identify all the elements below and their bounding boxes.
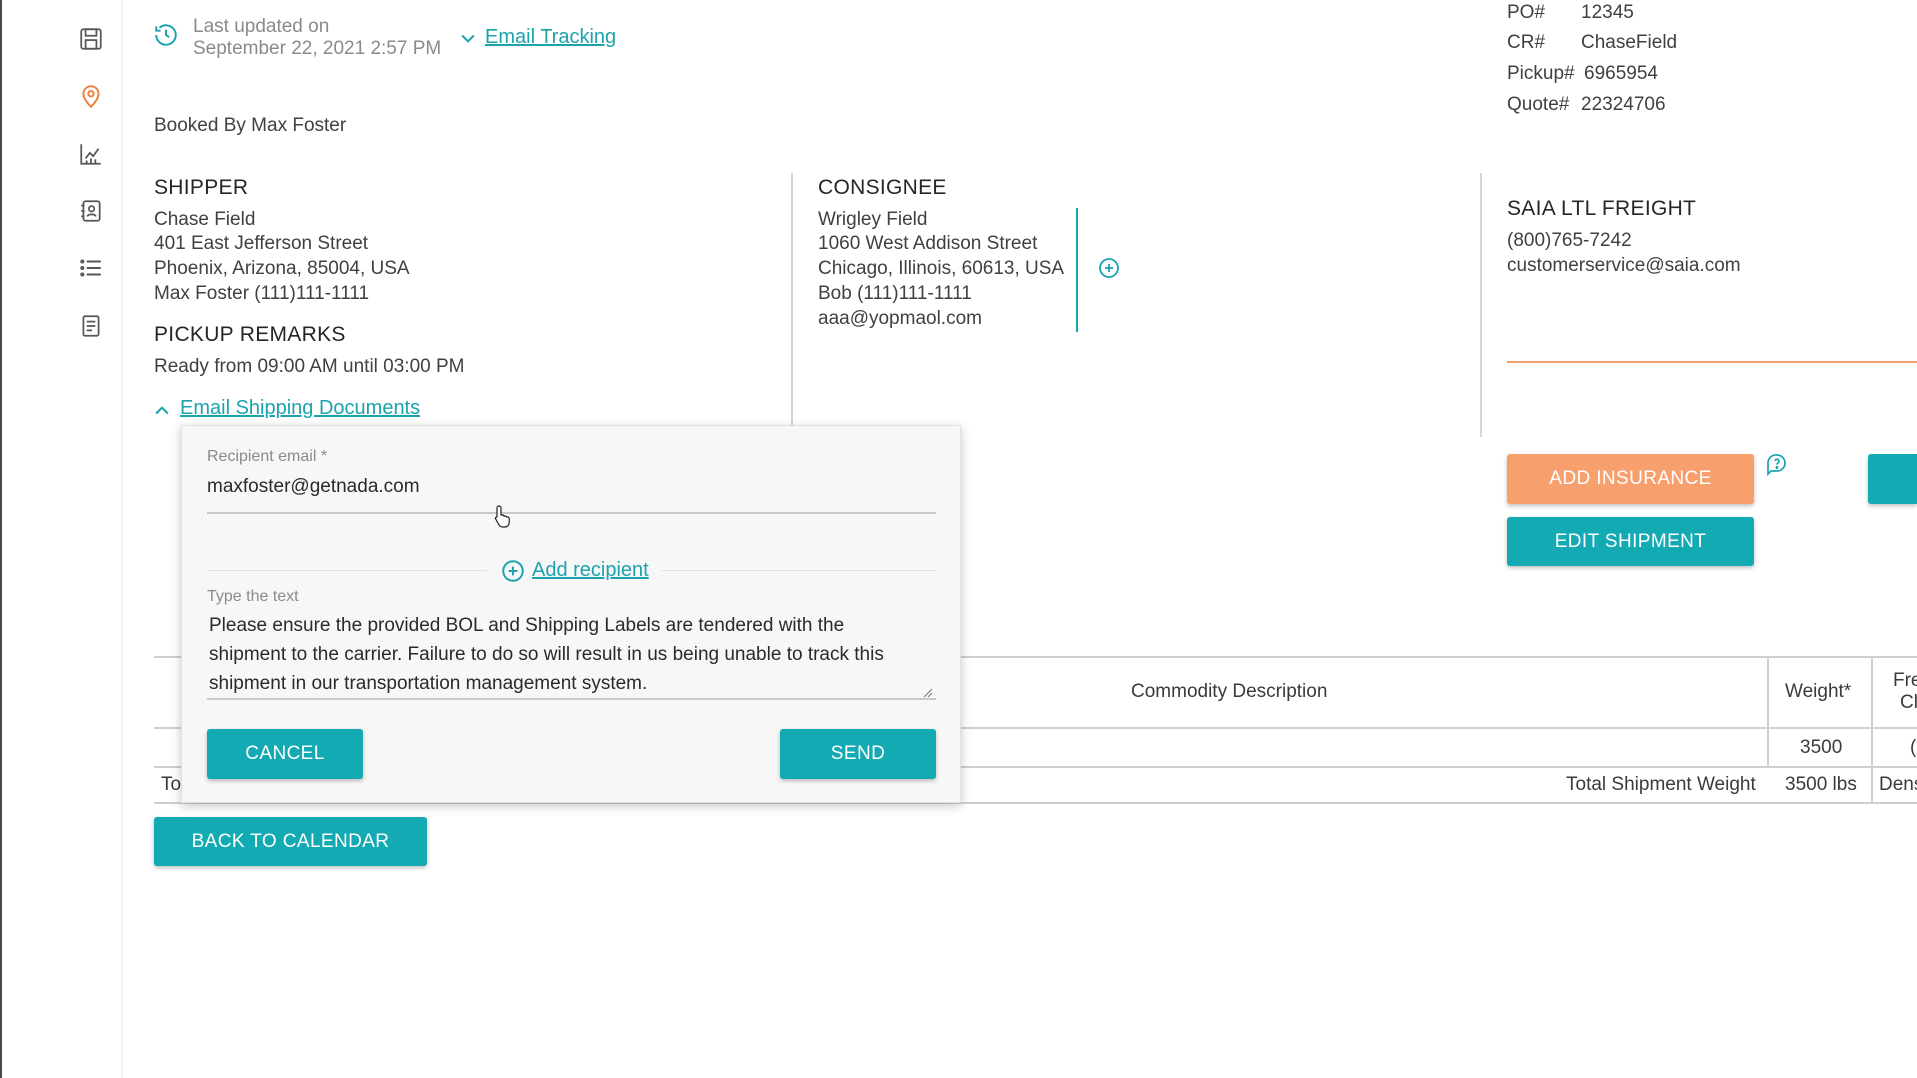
recipient-email-underline (207, 512, 936, 514)
shipper-contact: Max Foster (111)111-1111 (154, 283, 370, 304)
document-icon[interactable] (76, 311, 106, 341)
message-label: Type the text (207, 588, 299, 605)
consignee-name: Wrigley Field (818, 209, 928, 230)
po-value: 12345 (1581, 2, 1634, 23)
add-recipient-icon[interactable] (500, 558, 526, 589)
total-label: To (161, 774, 182, 795)
shipper-name: Chase Field (154, 209, 256, 230)
message-underline (207, 698, 936, 700)
row-partial: ( (1910, 737, 1917, 758)
divider (662, 570, 936, 571)
divider (1480, 173, 1482, 437)
recipient-email-input[interactable]: maxfoster@getnada.com (207, 476, 420, 498)
pickup-remarks-heading: PICKUP REMARKS (154, 323, 346, 346)
po-label: PO# (1507, 2, 1546, 23)
total-weight-label: Total Shipment Weight (1566, 774, 1756, 795)
divider (207, 570, 487, 571)
booked-by: Booked By Max Foster (154, 115, 347, 136)
chart-icon[interactable] (76, 139, 106, 169)
last-updated-date: September 22, 2021 2:57 PM (193, 38, 442, 59)
email-shipping-documents-link[interactable]: Email Shipping Documents (180, 397, 420, 420)
add-insurance-button[interactable]: ADD INSURANCE (1507, 454, 1754, 504)
row-weight: 3500 (1800, 737, 1843, 758)
consignee-email: aaa@yopmaol.com (818, 308, 982, 329)
shipper-heading: SHIPPER (154, 176, 249, 199)
carrier-name: SAIA LTL FREIGHT (1507, 197, 1697, 220)
table-col-divider (1767, 656, 1769, 766)
shipper-city: Phoenix, Arizona, 85004, USA (154, 258, 410, 279)
email-documents-panel: Recipient email * maxfoster@getnada.com … (181, 425, 961, 803)
commodity-header: Commodity Description (1131, 681, 1328, 702)
consignee-heading: CONSIGNEE (818, 176, 947, 199)
message-line: shipment to the carrier. Failure to do s… (209, 644, 884, 665)
resize-handle-icon[interactable] (923, 685, 933, 703)
chevron-up-icon[interactable] (152, 401, 172, 426)
weight-header: Weight* (1785, 681, 1852, 702)
freight-class-header-line2: Cl (1900, 692, 1917, 713)
last-updated-label: Last updated on (193, 16, 330, 37)
add-recipient-link[interactable]: Add recipient (532, 559, 649, 582)
add-circle-icon[interactable] (1097, 256, 1121, 285)
quote-value: 22324706 (1581, 94, 1666, 115)
total-weight-value: 3500 lbs (1785, 774, 1857, 795)
carrier-phone: (800)765-7242 (1507, 230, 1632, 251)
freight-class-header: Fre (1893, 670, 1917, 691)
save-icon[interactable] (76, 24, 106, 54)
quote-label: Quote# (1507, 94, 1570, 115)
cancel-button[interactable]: CANCEL (207, 729, 363, 779)
chevron-down-icon[interactable] (458, 28, 478, 53)
pickup-remarks-text: Ready from 09:00 AM until 03:00 PM (154, 356, 465, 377)
edit-shipment-button[interactable]: EDIT SHIPMENT (1507, 517, 1754, 566)
message-line: Please ensure the provided BOL and Shipp… (209, 615, 845, 636)
recipient-email-label: Recipient email * (207, 448, 328, 465)
location-pin-icon[interactable] (76, 82, 106, 112)
send-button[interactable]: SEND (780, 729, 936, 779)
pickup-label: Pickup# (1507, 63, 1575, 84)
message-line: shipment in our transportation managemen… (209, 673, 648, 694)
cr-label: CR# (1507, 32, 1546, 53)
shipper-street: 401 East Jefferson Street (154, 233, 369, 254)
message-textarea[interactable]: Please ensure the provided BOL and Shipp… (209, 611, 909, 698)
hand-cursor-icon (493, 504, 513, 533)
carrier-email: customerservice@saia.com (1507, 255, 1741, 276)
divider (791, 173, 793, 425)
extra-action-button[interactable] (1868, 454, 1917, 504)
table-col-divider (1871, 656, 1873, 802)
cr-value: ChaseField (1581, 32, 1678, 53)
carrier-divider (1507, 361, 1917, 363)
density-header: Dens (1879, 774, 1917, 795)
pickup-value: 6965954 (1584, 63, 1658, 84)
list-icon[interactable] (76, 253, 106, 283)
left-sidebar (0, 0, 123, 1078)
consignee-city: Chicago, Illinois, 60613, USA (818, 258, 1065, 279)
contacts-icon[interactable] (76, 196, 106, 226)
history-icon (153, 22, 179, 53)
consignee-street: 1060 West Addison Street (818, 233, 1038, 254)
email-tracking-link[interactable]: Email Tracking (485, 26, 616, 49)
help-chat-icon[interactable] (1765, 452, 1789, 481)
back-to-calendar-button[interactable]: BACK TO CALENDAR (154, 817, 427, 866)
consignee-contact: Bob (111)111-1111 (818, 283, 972, 304)
consignee-accent-bar (1076, 208, 1078, 332)
